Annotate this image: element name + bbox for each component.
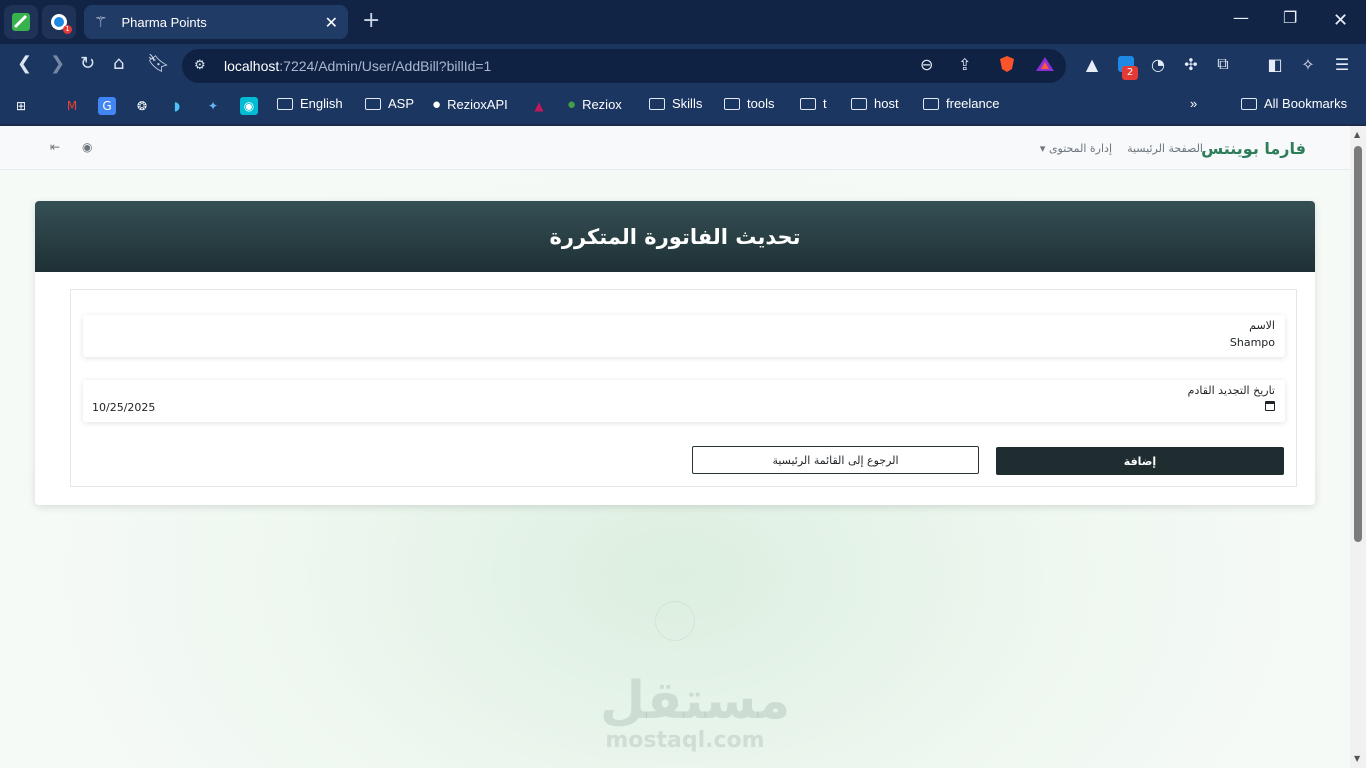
watermark-arabic: مستقل — [600, 671, 791, 731]
folder-icon — [1241, 97, 1257, 110]
bookmark-english[interactable]: English — [277, 96, 343, 111]
decorative-circle — [655, 601, 695, 641]
brand-link[interactable]: فارما بوينتس — [1201, 139, 1306, 158]
bookmark-icon[interactable]: 🔖︎ — [147, 53, 170, 74]
bookmark-reziox[interactable]: ● Reziox — [567, 96, 622, 113]
folder-icon — [649, 97, 665, 110]
name-input-value[interactable]: Shampo — [1230, 336, 1275, 349]
reziox-icon: ● — [567, 96, 577, 113]
gemini-icon[interactable]: ✦ — [204, 97, 222, 115]
brave-rewards-icon[interactable] — [1035, 55, 1055, 77]
user-icon[interactable]: ◉ — [82, 140, 92, 154]
deepseek-icon[interactable]: ◗ — [168, 97, 186, 115]
url-host: localhost — [224, 58, 280, 74]
url-path: :7224/Admin/User/AddBill?billId=1 — [279, 58, 492, 74]
close-tab-icon[interactable]: ✕ — [325, 13, 338, 32]
nav-home-link[interactable]: الصفحة الرئيسية — [1127, 142, 1203, 155]
more-bookmarks-icon[interactable]: » — [1190, 96, 1197, 111]
translate-icon[interactable]: G — [98, 97, 116, 115]
scroll-thumb[interactable] — [1354, 146, 1362, 542]
folder-icon — [923, 97, 939, 110]
folder-icon — [277, 97, 293, 110]
folder-icon — [365, 97, 381, 110]
home-icon[interactable]: ⌂ — [113, 53, 124, 74]
screenshot-icon[interactable]: ⧉ — [1212, 53, 1234, 75]
zoom-icon[interactable]: ⊖ — [920, 55, 933, 74]
tab-favicon-icon: ⚚ — [94, 13, 108, 31]
form-card: تحديث الفاتورة المتكررة الاسم Shampo تار… — [35, 201, 1315, 505]
maximize-icon[interactable]: ❐ — [1283, 8, 1297, 27]
all-bookmarks[interactable]: All Bookmarks — [1241, 96, 1347, 111]
page-scrollbar[interactable]: ▲ ▼ — [1350, 126, 1366, 768]
renewal-date-field[interactable]: تاريخ التجديد القادم 10/25/2025 — [83, 380, 1285, 422]
name-label: الاسم — [1249, 319, 1275, 332]
new-tab-button[interactable]: + — [362, 8, 380, 33]
renewal-date-value[interactable]: 10/25/2025 — [92, 401, 155, 414]
back-icon[interactable]: ❮ — [17, 53, 32, 74]
pinned-tab-2[interactable]: 1 — [42, 5, 76, 39]
site-navbar: فارما بوينتس الصفحة الرئيسية إدارة المحت… — [0, 126, 1350, 170]
brave-shield-icon[interactable] — [998, 55, 1016, 77]
pinned-tab-1[interactable] — [4, 5, 38, 39]
app-logo-icon — [12, 13, 30, 31]
bookmark-host[interactable]: host — [851, 96, 899, 111]
gmail-icon[interactable]: M — [63, 97, 81, 115]
pinned-tab-badge: 1 — [63, 25, 72, 34]
page-viewport: فارما بوينتس الصفحة الرئيسية إدارة المحت… — [0, 126, 1350, 768]
watermark-latin: mostaql.com — [605, 728, 765, 753]
minimize-icon[interactable]: — — [1233, 8, 1249, 27]
ai-tool-icon[interactable]: ◉ — [240, 97, 258, 115]
calendar-icon[interactable] — [1265, 401, 1275, 411]
folder-icon — [851, 97, 867, 110]
angular-icon[interactable]: ▲ — [530, 97, 548, 115]
form-container: الاسم Shampo تاريخ التجديد القادم 10/25/… — [70, 289, 1297, 487]
bookmark-freelance[interactable]: freelance — [923, 96, 999, 111]
bookmark-t[interactable]: t — [800, 96, 827, 111]
folder-icon — [724, 97, 740, 110]
bookmark-tools[interactable]: tools — [724, 96, 774, 111]
apps-icon[interactable]: ⊞ — [12, 97, 30, 115]
bookmark-asp[interactable]: ASP — [365, 96, 414, 111]
extensions-icon[interactable]: ✣ — [1180, 53, 1202, 75]
chatgpt-icon[interactable]: ❂ — [133, 97, 151, 115]
active-tab[interactable]: ⚚ Pharma Points ✕ — [84, 5, 348, 39]
name-field[interactable]: الاسم Shampo — [83, 315, 1285, 357]
extension-mountain-icon[interactable]: ▲ — [1081, 53, 1103, 75]
bookmark-skills[interactable]: Skills — [649, 96, 702, 111]
card-header: تحديث الفاتورة المتكررة — [35, 201, 1315, 272]
back-to-main-button[interactable]: الرجوع إلى القائمة الرئيسية — [692, 446, 979, 474]
close-window-icon[interactable]: ✕ — [1333, 10, 1348, 31]
scroll-down-icon[interactable]: ▼ — [1354, 754, 1360, 763]
leo-ai-icon[interactable]: ✧ — [1297, 53, 1319, 75]
folder-icon — [800, 97, 816, 110]
extension-badge: 2 — [1122, 66, 1138, 80]
logout-icon[interactable]: ⇤ — [50, 140, 60, 154]
extension-speed-icon[interactable]: ◔ — [1147, 53, 1169, 75]
renewal-date-label: تاريخ التجديد القادم — [1187, 384, 1275, 397]
menu-icon[interactable]: ☰ — [1331, 53, 1353, 75]
github-icon: ● — [432, 96, 442, 113]
add-button[interactable]: إضافة — [996, 447, 1284, 475]
scroll-up-icon[interactable]: ▲ — [1354, 130, 1360, 139]
bookmark-rezioxapi[interactable]: ● RezioxAPI — [432, 96, 508, 113]
tab-title: Pharma Points — [121, 14, 207, 30]
nav-content-dropdown[interactable]: إدارة المحتوى ▾ — [1040, 142, 1112, 155]
page-title: تحديث الفاتورة المتكررة — [549, 224, 801, 249]
sidebar-icon[interactable]: ◧ — [1264, 53, 1286, 75]
watermark: مستقل mostaql.com — [600, 671, 791, 753]
share-icon[interactable]: ⇪ — [958, 55, 971, 74]
reload-icon[interactable]: ↻ — [80, 53, 95, 74]
site-info-icon[interactable]: ⚙ — [194, 57, 206, 73]
forward-icon[interactable]: ❯ — [50, 53, 65, 74]
